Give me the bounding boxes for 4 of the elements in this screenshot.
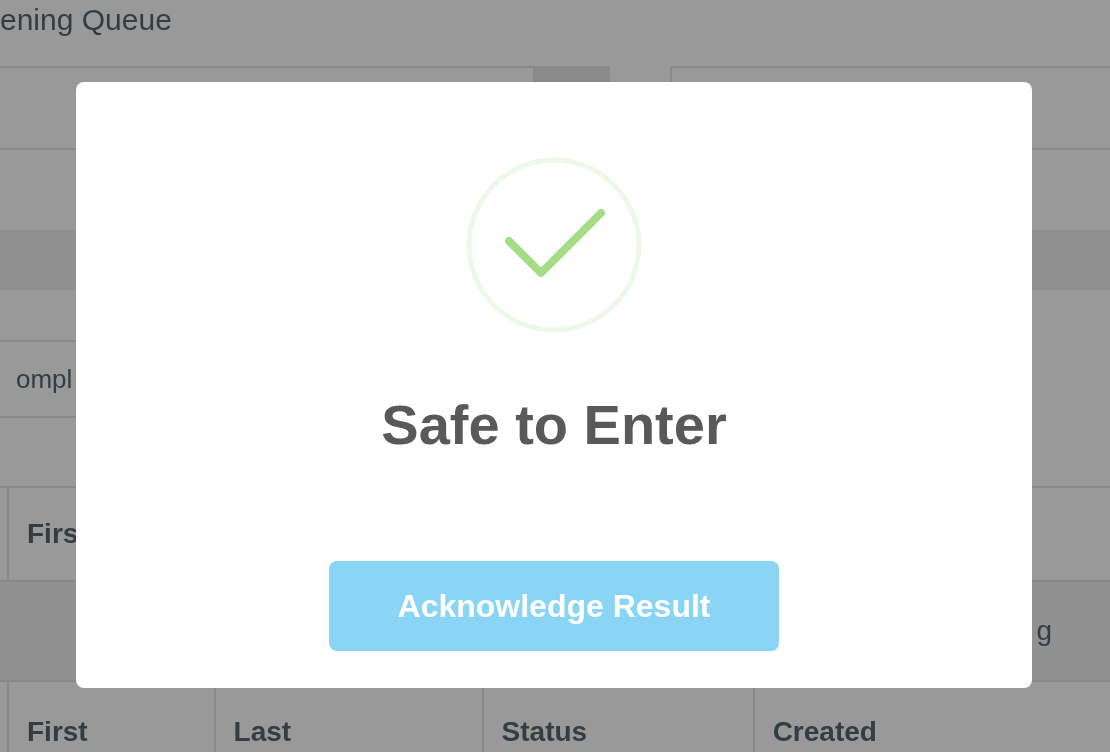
page-title: ening Queue bbox=[0, 2, 173, 38]
table-cell: g bbox=[1036, 615, 1052, 647]
success-check-icon bbox=[464, 155, 644, 335]
dialog-title: Safe to Enter bbox=[381, 392, 727, 457]
